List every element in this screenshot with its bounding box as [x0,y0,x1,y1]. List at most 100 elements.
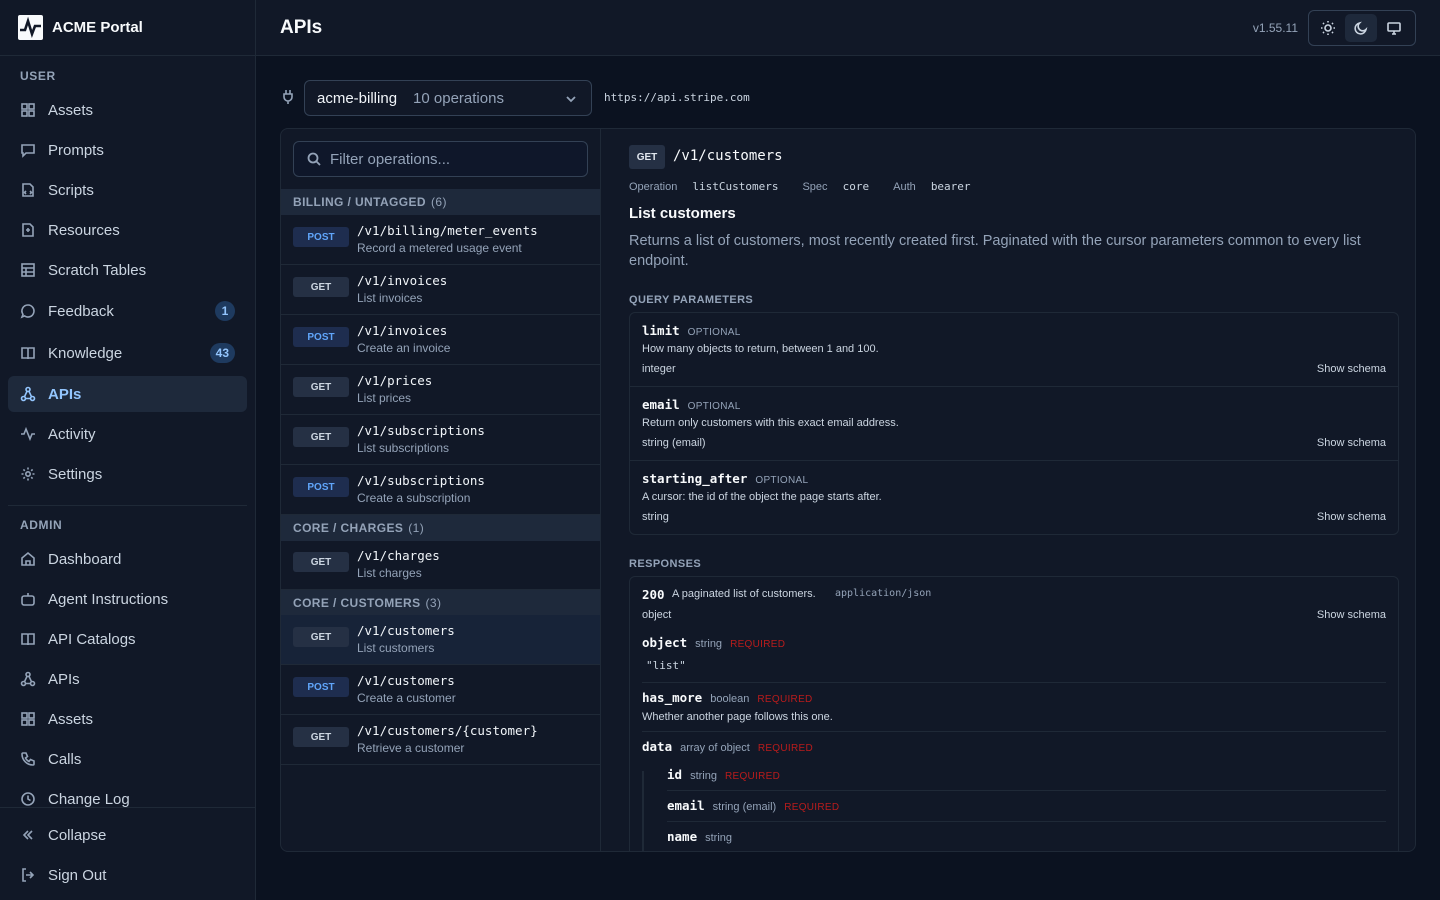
clock-icon [20,791,36,807]
operation-description: Returns a list of customers, most recent… [629,233,1361,269]
method-badge: POST [293,327,349,347]
required-tag: REQUIRED [724,771,781,782]
field-type: string [705,832,733,844]
sidebar-item-apis[interactable]: APIs [8,376,247,412]
sidebar-item-label: Prompts [48,141,104,159]
api-select[interactable]: acme-billing 10 operations [304,80,592,116]
group-header-customers[interactable]: CORE / CUSTOMERS (3) [281,590,600,616]
meta-auth: Auth bearer [893,180,982,193]
monitor-icon [1387,22,1402,35]
book-icon [20,345,36,361]
moon-icon [1354,21,1368,35]
home-icon [20,551,36,567]
response-field: data array of object REQUIRED [642,739,813,754]
feedback-count-badge: 1 [215,301,235,321]
field-divider [667,821,1386,822]
operation-row[interactable]: POST /v1/invoices Create an invoice [281,315,600,365]
operation-row[interactable]: GET /v1/invoices List invoices [281,265,600,315]
operation-row[interactable]: GET /v1/subscriptions List subscriptions [281,415,600,465]
dark-theme-button[interactable] [1345,14,1377,42]
group-header-billing[interactable]: BILLING / UNTAGGED (6) [281,189,600,215]
meta-value: core [842,180,870,193]
operation-row-selected[interactable]: GET /v1/customers List customers [281,615,600,665]
sidebar-item-label: Agent Instructions [48,590,169,608]
param-type: string (email) [642,437,706,449]
response-item: 200 A paginated list of customers. appli… [629,576,1399,851]
brand[interactable]: ACME Portal [0,0,255,56]
sidebar-item-admin-apis[interactable]: APIs [8,661,247,697]
group-name: CORE / CUSTOMERS [293,596,421,610]
message-icon [20,142,36,158]
param-type: integer [642,363,676,375]
sidebar-item-label: Assets [48,710,94,728]
sidebar-item-assets[interactable]: Assets [8,92,247,128]
group-name: BILLING / UNTAGGED [293,195,426,209]
sidebar-item-activity[interactable]: Activity [8,416,247,452]
operation-row[interactable]: POST /v1/subscriptions Create a subscrip… [281,465,600,515]
sidebar-item-prompts[interactable]: Prompts [8,132,247,168]
field-divider [667,790,1386,791]
sidebar-footer: Collapse Sign Out [0,807,255,900]
api-select-ops: 10 operations [413,89,504,107]
table-icon [20,262,36,278]
method-badge: GET [293,277,349,297]
filter-field[interactable] [293,141,588,177]
sidebar-item-api-catalogs[interactable]: API Catalogs [8,621,247,657]
group-count: (3) [425,596,442,610]
operation-summary: Create a subscription [357,491,471,505]
meta-operation: Operation listCustomers [629,180,790,193]
show-schema-button[interactable]: Show schema [1317,437,1386,449]
group-header-charges[interactable]: CORE / CHARGES (1) [281,515,600,541]
api-select-name: acme-billing [317,89,398,107]
sidebar-item-resources[interactable]: Resources [8,212,247,248]
sidebar-item-scripts[interactable]: Scripts [8,172,247,208]
param-type: string [642,511,669,523]
sun-icon [1320,21,1335,35]
sidebar-item-feedback[interactable]: Feedback 1 [8,293,247,329]
show-schema-button[interactable]: Show schema [1317,363,1386,375]
method-badge: POST [293,477,349,497]
response-content-type: application/json [835,588,932,599]
sidebar-item-dashboard[interactable]: Dashboard [8,541,247,577]
sidebar-item-agent-instructions[interactable]: Agent Instructions [8,581,247,617]
operation-summary: List charges [357,566,422,580]
search-icon [307,152,321,166]
activity-icon [20,426,36,442]
field-name: id [667,767,683,782]
param-item: limit OPTIONAL How many objects to return… [630,313,1398,387]
filter-input[interactable] [330,150,580,168]
sidebar-item-calls[interactable]: Calls [8,741,247,777]
operation-row[interactable]: GET /v1/charges List charges [281,540,600,590]
sign-out-button[interactable]: Sign Out [8,857,247,893]
nested-field: id string REQUIRED [667,767,780,782]
code-icon [20,182,36,198]
operation-row[interactable]: POST /v1/customers Create a customer [281,665,600,715]
field-divider [642,682,1386,683]
operation-row[interactable]: POST /v1/billing/meter_events Record a m… [281,215,600,265]
show-schema-button[interactable]: Show schema [1317,511,1386,523]
required-tag: REQUIRED [757,694,813,705]
grid-icon [20,711,36,727]
light-theme-button[interactable] [1312,14,1343,42]
sidebar-item-admin-assets[interactable]: Assets [8,701,247,737]
operation-path: /v1/invoices [357,323,448,338]
sidebar-item-label: Scripts [48,181,94,199]
method-badge: GET [293,427,349,447]
meta-spec: Spec core [802,180,881,193]
param-description: How many objects to return, between 1 an… [642,343,879,355]
api-explorer-panel: BILLING / UNTAGGED (6) POST /v1/billing/m… [280,128,1416,852]
response-field: object string REQUIRED [642,635,785,650]
collapse-button[interactable]: Collapse [8,817,247,853]
system-theme-button[interactable] [1379,14,1410,42]
operation-row[interactable]: GET /v1/customers/{customer} Retrieve a … [281,715,600,765]
detail-path: /v1/customers [673,148,783,164]
show-schema-button[interactable]: Show schema [1317,609,1386,621]
sidebar-item-scratch-tables[interactable]: Scratch Tables [8,252,247,288]
operation-row[interactable]: GET /v1/prices List prices [281,365,600,415]
field-type: string [690,770,717,782]
sidebar-item-label: Assets [48,101,94,119]
sidebar-item-settings[interactable]: Settings [8,456,247,492]
meta-value: bearer [930,180,971,193]
field-type: string (email) [712,801,777,813]
sidebar-item-knowledge[interactable]: Knowledge 43 [8,335,247,371]
